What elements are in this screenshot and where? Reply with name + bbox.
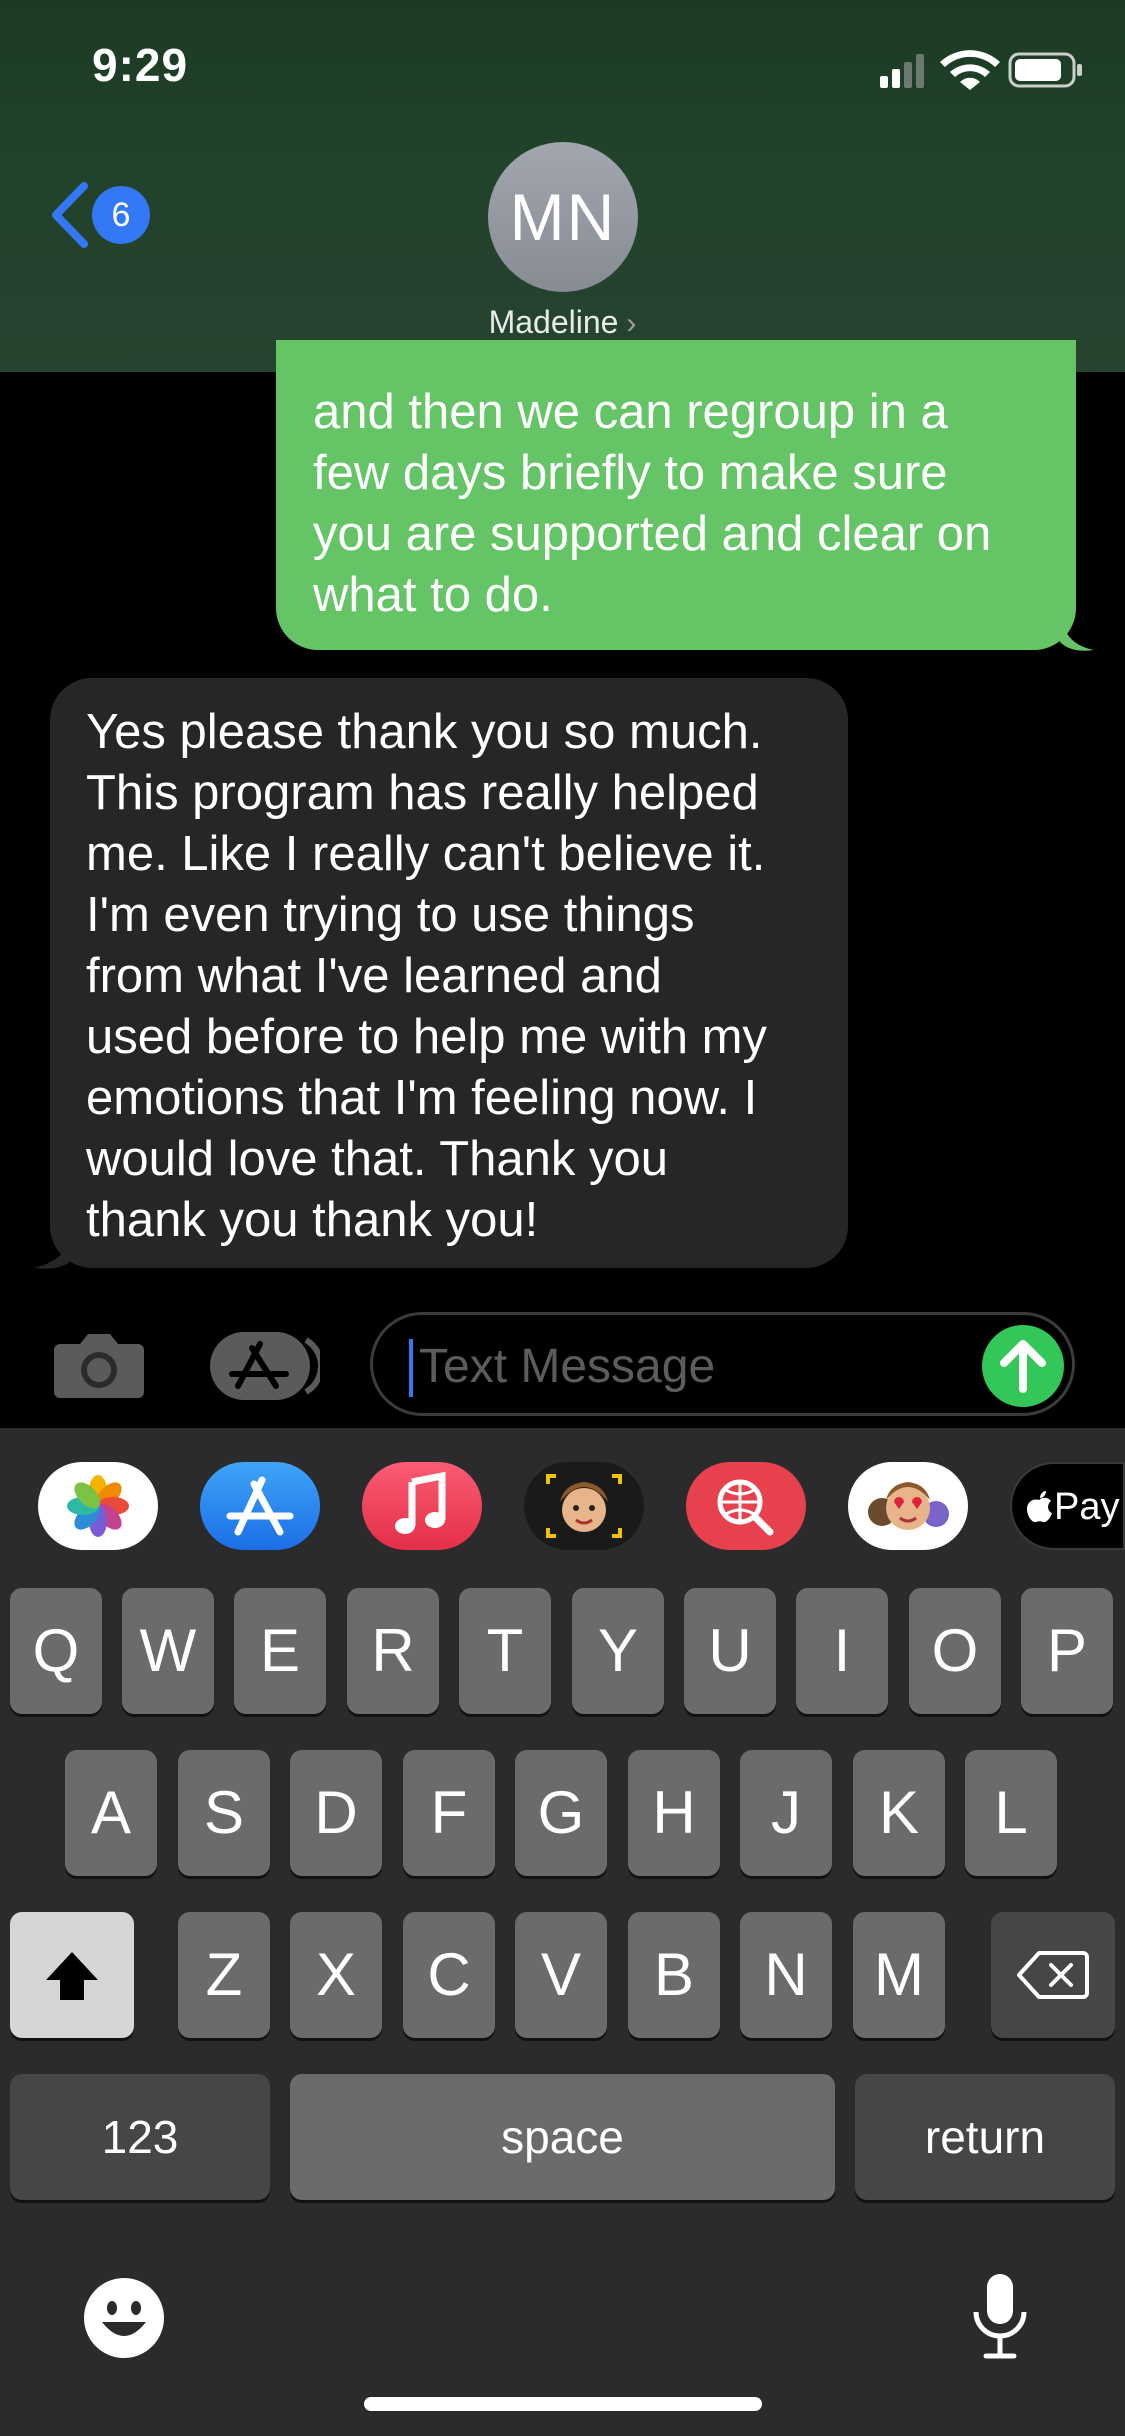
key-u[interactable]: U <box>684 1588 776 1714</box>
delete-key[interactable] <box>991 1912 1115 2038</box>
key-y[interactable]: Y <box>572 1588 664 1714</box>
key-j[interactable]: J <box>740 1750 832 1876</box>
key-x[interactable]: X <box>290 1912 382 2038</box>
key-g[interactable]: G <box>515 1750 607 1876</box>
microphone-icon <box>973 2274 1027 2359</box>
key-v[interactable]: V <box>515 1912 607 2038</box>
outgoing-bubble-tail <box>1060 612 1094 651</box>
photos-icon <box>67 1475 129 1537</box>
cellular-signal-icon <box>880 54 924 88</box>
arrow-up-icon <box>1000 1340 1046 1393</box>
key-n[interactable]: N <box>740 1912 832 2038</box>
key-q[interactable]: Q <box>10 1588 102 1714</box>
image-search-app-button[interactable] <box>686 1462 806 1550</box>
chevron-right-icon: › <box>626 307 637 340</box>
app-store-icon <box>226 1476 294 1536</box>
wifi-icon <box>940 50 1000 90</box>
photos-app-button[interactable] <box>38 1462 158 1550</box>
apple-logo-icon <box>1027 1491 1052 1523</box>
app-store-app-button[interactable] <box>200 1462 320 1550</box>
key-d[interactable]: D <box>290 1750 382 1876</box>
music-note-icon <box>395 1471 446 1534</box>
memoji-icon <box>546 1474 622 1538</box>
emoji-icon <box>84 2278 164 2358</box>
incoming-bubble-tail <box>34 1228 72 1269</box>
memoji-app-button[interactable] <box>524 1462 644 1550</box>
memoji-stickers-app-button[interactable] <box>848 1462 968 1550</box>
apple-pay-label: Pay <box>1054 1486 1120 1528</box>
contact-avatar[interactable]: MN <box>488 142 638 292</box>
contact-name-button[interactable]: Madeline › <box>0 304 1125 341</box>
key-a[interactable]: A <box>65 1750 157 1876</box>
key-k[interactable]: K <box>853 1750 945 1876</box>
emoji-button[interactable] <box>82 2276 166 2360</box>
numbers-key[interactable]: 123 <box>10 2074 270 2200</box>
music-app-button[interactable] <box>362 1462 482 1550</box>
shift-arrow-icon <box>46 1952 98 2000</box>
key-b[interactable]: B <box>628 1912 720 2038</box>
key-o[interactable]: O <box>909 1588 1001 1714</box>
shift-key[interactable] <box>10 1912 134 2038</box>
text-caret <box>409 1339 413 1397</box>
key-z[interactable]: Z <box>178 1912 270 2038</box>
key-w[interactable]: W <box>122 1588 214 1714</box>
dictation-button[interactable] <box>970 2270 1030 2362</box>
key-s[interactable]: S <box>178 1750 270 1876</box>
status-icons <box>878 50 1084 90</box>
incoming-message[interactable]: Yes please thank you so much. This progr… <box>50 678 848 1268</box>
key-c[interactable]: C <box>403 1912 495 2038</box>
app-store-icon <box>210 1332 325 1400</box>
battery-icon <box>1008 52 1082 88</box>
memoji-stickers-icon <box>868 1482 949 1530</box>
space-key[interactable]: space <box>290 2074 835 2200</box>
message-input-placeholder: Text Message <box>419 1340 716 1393</box>
key-m[interactable]: M <box>853 1912 945 2038</box>
key-t[interactable]: T <box>459 1588 551 1714</box>
outgoing-message[interactable]: and then we can regroup in a few days br… <box>276 340 1076 650</box>
key-f[interactable]: F <box>403 1750 495 1876</box>
camera-button[interactable] <box>52 1330 146 1400</box>
backspace-icon <box>1017 1951 1089 1999</box>
app-store-button[interactable] <box>210 1326 325 1406</box>
globe-search-icon <box>717 1479 774 1536</box>
home-indicator <box>364 2397 762 2411</box>
message-input[interactable]: Text Message <box>370 1312 1075 1416</box>
key-l[interactable]: L <box>965 1750 1057 1876</box>
apple-pay-app-button[interactable]: Pay <box>1010 1462 1125 1550</box>
back-button[interactable]: 6 <box>48 180 158 250</box>
send-button[interactable] <box>982 1325 1064 1407</box>
return-key[interactable]: return <box>855 2074 1115 2200</box>
unread-count-badge: 6 <box>92 186 150 244</box>
contact-name: Madeline <box>488 304 619 340</box>
key-p[interactable]: P <box>1021 1588 1113 1714</box>
key-i[interactable]: I <box>796 1588 888 1714</box>
camera-icon <box>54 1334 144 1398</box>
key-h[interactable]: H <box>628 1750 720 1876</box>
key-e[interactable]: E <box>234 1588 326 1714</box>
chevron-left-icon <box>52 182 88 248</box>
key-r[interactable]: R <box>347 1588 439 1714</box>
status-time: 9:29 <box>92 39 189 91</box>
